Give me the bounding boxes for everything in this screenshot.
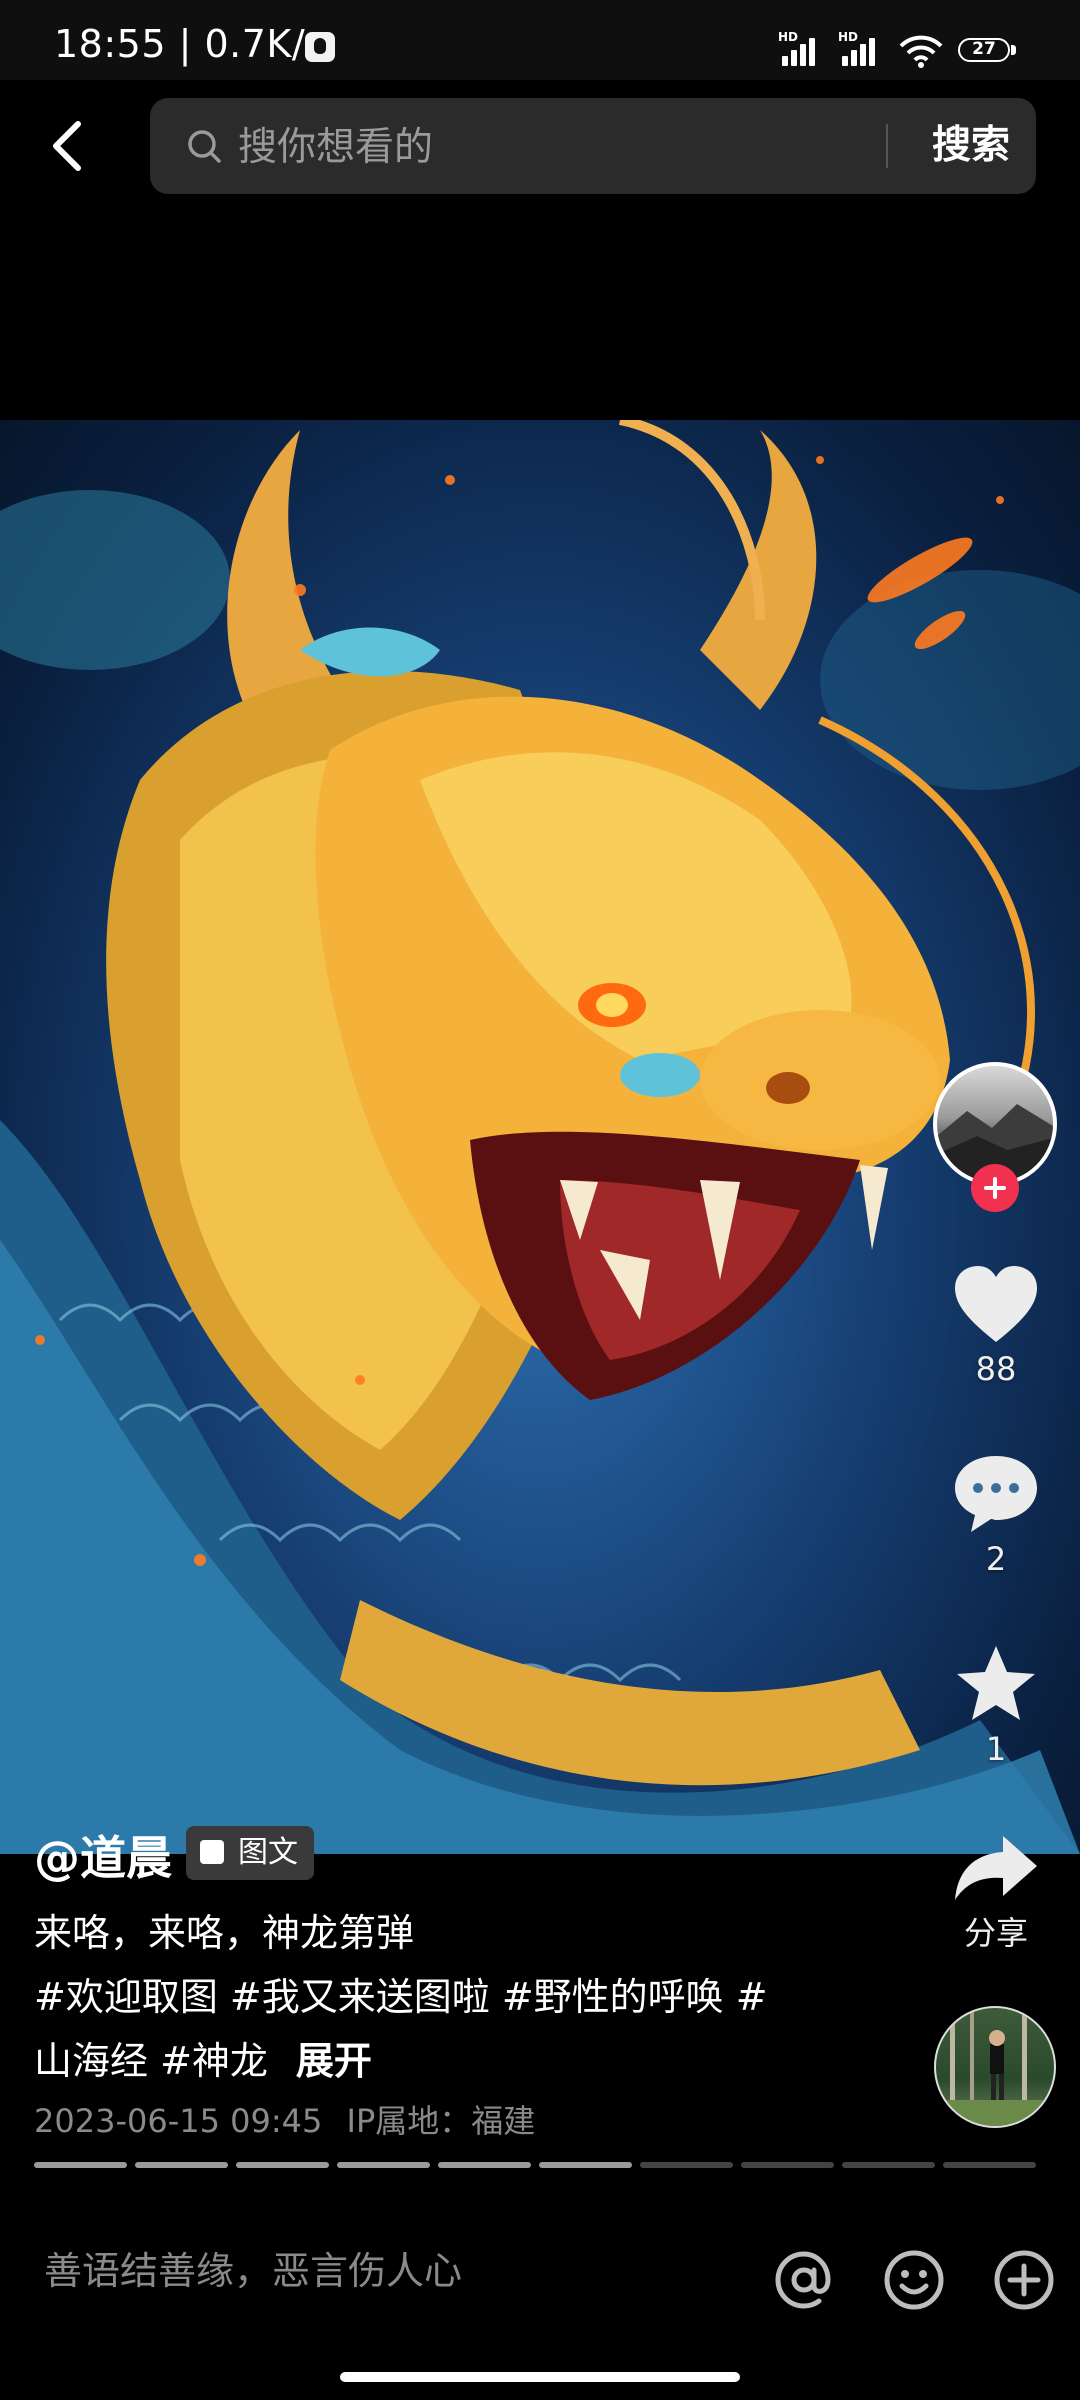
- progress-segment: [842, 2162, 935, 2168]
- search-divider: [886, 124, 888, 168]
- battery-icon: 27: [958, 38, 1018, 64]
- share-label: 分享: [963, 1914, 1028, 1952]
- star-icon: [957, 1646, 1035, 1720]
- music-avatar-image: [936, 2008, 1054, 2126]
- mention-icon[interactable]: [772, 2248, 836, 2312]
- share-icon: [955, 1836, 1037, 1900]
- status-time: 18:55 | 0.7K/s: [54, 22, 325, 66]
- progress-segment: [34, 2162, 127, 2168]
- comment-icon: [955, 1456, 1037, 1532]
- dragon-artwork: [0, 420, 1080, 1854]
- status-separator: |: [178, 22, 205, 66]
- progress-segment: [236, 2162, 329, 2168]
- clock: 18:55: [54, 22, 167, 66]
- like-count: 88: [975, 1350, 1017, 1388]
- comment-count: 2: [985, 1540, 1007, 1578]
- signal-2-icon: HD: [838, 30, 882, 66]
- post-image[interactable]: [0, 420, 1080, 1854]
- signal-2-hd-label: HD: [838, 30, 859, 44]
- back-button[interactable]: [40, 108, 100, 184]
- search-icon: [188, 130, 221, 163]
- add-icon[interactable]: [992, 2248, 1056, 2312]
- home-indicator[interactable]: [340, 2372, 740, 2382]
- hashtags-line-1[interactable]: #欢迎取图 #我又来送图啦 #野性的呼唤 #: [34, 1966, 768, 2021]
- comment-action[interactable]: 2: [936, 1452, 1056, 1578]
- search-button[interactable]: 搜索: [906, 98, 1036, 194]
- heart-icon: [955, 1266, 1037, 1342]
- post-meta: 2023-06-15 09:45 IP属地：福建: [34, 2096, 535, 2142]
- music-avatar[interactable]: [934, 2006, 1056, 2128]
- search-input[interactable]: [236, 98, 1020, 196]
- image-text-icon: [200, 1840, 224, 1864]
- progress-segment: [943, 2162, 1036, 2168]
- battery-level: 27: [972, 39, 996, 59]
- search-box[interactable]: 搜索: [150, 98, 1036, 196]
- status-bar: 18:55 | 0.7K/s HD HD 27: [0, 0, 1080, 80]
- hashtags-line-2-text[interactable]: 山海经 #神龙: [34, 2039, 268, 2083]
- progress-segment: [438, 2162, 531, 2168]
- progress-segment: [741, 2162, 834, 2168]
- author-name[interactable]: @道晨: [34, 1822, 172, 1888]
- comment-input[interactable]: 善语结善缘，恶言伤人心: [44, 2240, 724, 2295]
- post-caption: 来咯，来咯，神龙第弹: [34, 1911, 415, 1955]
- wifi-icon: [899, 35, 943, 68]
- post-type-badge: 图文: [186, 1826, 314, 1880]
- signal-1-hd-label: HD: [778, 30, 799, 44]
- progress-segment: [337, 2162, 430, 2168]
- image-progress: [34, 2162, 1036, 2170]
- progress-segment: [135, 2162, 228, 2168]
- qq-notification-icon: [305, 32, 335, 62]
- post-datetime: 2023-06-15 09:45: [34, 2102, 323, 2140]
- hashtags-line-2[interactable]: 山海经 #神龙 展开: [34, 2030, 372, 2085]
- emoji-icon[interactable]: [882, 2248, 946, 2312]
- progress-segment: [640, 2162, 733, 2168]
- ip-location: IP属地：福建: [346, 2102, 536, 2140]
- share-action[interactable]: 分享: [936, 1832, 1056, 1954]
- expand-link[interactable]: 展开: [296, 2039, 372, 2083]
- like-action[interactable]: 88: [936, 1262, 1056, 1388]
- favorite-action[interactable]: 1: [936, 1642, 1056, 1768]
- screen: 18:55 | 0.7K/s HD HD 27 搜你想看的 搜索 88 2 1 …: [0, 0, 1080, 2400]
- follow-button[interactable]: [971, 1164, 1019, 1212]
- favorite-count: 1: [985, 1730, 1007, 1768]
- signal-1-icon: HD: [778, 30, 822, 66]
- post-type-label: 图文: [238, 1835, 298, 1870]
- progress-segment: [539, 2162, 632, 2168]
